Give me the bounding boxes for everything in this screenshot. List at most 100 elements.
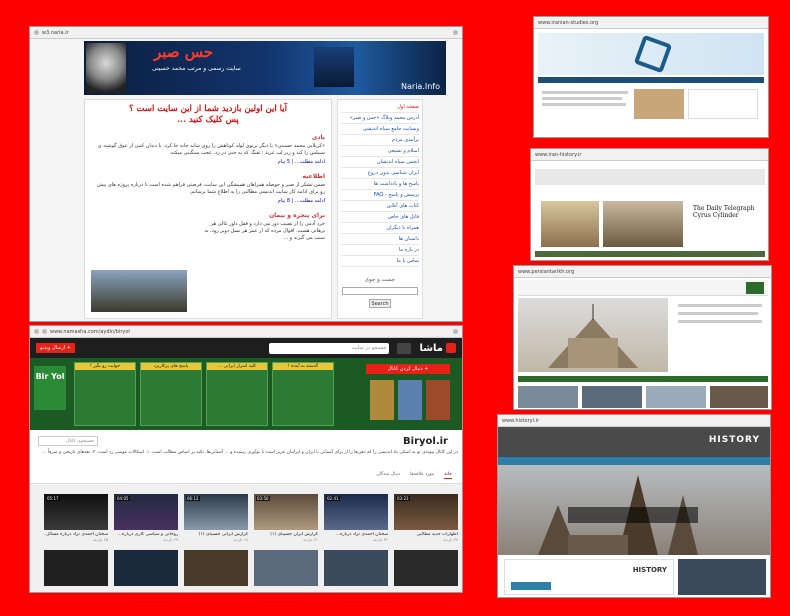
upload-button[interactable]: + ارسال ویدیو [36, 343, 75, 353]
thumbnail-site-3[interactable]: www.persiantarikh.org [513, 265, 772, 410]
sidebar-item[interactable]: صفحه اول [341, 102, 419, 113]
read-more-button[interactable] [511, 582, 551, 590]
sidebar-item[interactable]: داستان ها [341, 234, 419, 245]
cover-panel: پاسخ های پرکاربرد [140, 362, 202, 426]
post2-more-link[interactable]: ادامه مطلب... | 8 پیام [91, 198, 325, 204]
browser-toolbar: www.historyi.ir [498, 415, 770, 427]
address-bar[interactable]: w3.naria.ir [42, 30, 450, 36]
video-card[interactable]: 02:41 سخنان احمدی نژاد درباره... ۳۴ بازدی… [324, 494, 388, 542]
address-bar[interactable]: www.iranian-studies.org [538, 20, 764, 26]
tab-followers[interactable]: دنبال شدگان [377, 472, 401, 479]
cover-panel: گذشته به آینده ! [272, 362, 334, 426]
sidebar-item[interactable]: انجمن سیاه اندیشان [341, 157, 419, 168]
sidebar-item[interactable]: ایران شناسی بدون دروغ [341, 168, 419, 179]
video-card[interactable] [44, 550, 108, 586]
post1-more-link[interactable]: ادامه مطلب... | 5 پیام [91, 159, 325, 165]
news-caption: The Daily Telegraph Cyrus Cylinder [693, 205, 755, 219]
sidebar [688, 89, 758, 119]
nav-bar [538, 77, 764, 83]
sidebar-item[interactable]: همراه با دیگران [341, 223, 419, 234]
cover-panel: کلید اسرار ایرانی ... [206, 362, 268, 426]
video-card[interactable] [184, 550, 248, 586]
video-card[interactable]: 04:05 روحانی و سیاسی کاری درباره... ۲۹ با… [114, 494, 178, 542]
cover-tile [398, 380, 422, 420]
site-logo[interactable]: ماشا [419, 343, 456, 354]
video-card[interactable]: 06:12 گزارش ایرانی جسیبای (۱) ۱۸ بازدید [184, 494, 248, 542]
thumbnail-site-2[interactable]: www.iran-history.ir The Daily Telegraph … [530, 148, 769, 261]
subscribe-button[interactable]: + دنبال کردن کانال [366, 364, 450, 374]
video-card[interactable]: 03:50 گزارش ایران جسیبای (۱) ۲۱ بازدید [254, 494, 318, 542]
nav-bar [498, 457, 770, 465]
author-photo [86, 43, 126, 93]
namasha-window: www.namasha.com/aydin/biryol ماشا جستجو … [29, 325, 463, 593]
site-header: HISTORY [498, 427, 770, 457]
address-bar[interactable]: www.historyi.ir [502, 418, 766, 424]
search-icon[interactable] [397, 342, 412, 354]
sidebar-item[interactable]: اسلام و تشیعی [341, 146, 419, 157]
channel-cover: Bir Yol جوابت رو بگیر ! پاسخ های پرکاربر… [30, 358, 462, 430]
sidebar-item[interactable]: کتاب های آنلاین [341, 201, 419, 212]
content-box: HISTORY [504, 559, 674, 595]
tab-home[interactable]: خانه [444, 472, 452, 479]
address-bar[interactable]: www.persiantarikh.org [518, 269, 767, 275]
channel-logo: Bir Yol [34, 366, 66, 410]
sidebar-item[interactable]: پرسش و پاسخ - FAQ [341, 190, 419, 201]
login-panel [678, 559, 766, 595]
search-input[interactable] [342, 287, 418, 295]
banner-logo: Naria.Info [401, 82, 440, 91]
search-button[interactable]: Search [369, 299, 391, 308]
menu-icon[interactable] [453, 30, 458, 35]
search-input[interactable]: جستجو در سایت [269, 342, 390, 354]
address-bar[interactable]: www.namasha.com/aydin/biryol [50, 329, 450, 335]
thumbnail-site-1[interactable]: www.iranian-studies.org [533, 16, 769, 138]
video-card[interactable] [324, 550, 388, 586]
footer-bar [535, 251, 765, 257]
menu-icon[interactable] [453, 329, 458, 334]
main-content: آیا این اولین بازدید شما از این سایت است… [84, 99, 332, 319]
browser-toolbar: w3.naria.ir [30, 27, 462, 39]
welcome-question[interactable]: آیا این اولین بازدید شما از این سایت است… [91, 104, 325, 115]
back-icon[interactable] [34, 30, 39, 35]
sidebar-item[interactable]: آدرس محمد وبلاگ «حس و صبر» [341, 113, 419, 124]
channel-name: Biryol.ir [403, 436, 448, 447]
post1-title[interactable]: یادی [91, 134, 325, 141]
slide-caption [568, 507, 698, 523]
post3-title[interactable]: برای پنجره و بیمان [91, 212, 325, 219]
welcome-click[interactable]: پس کلیک کنید ... [91, 115, 325, 126]
site-header [518, 280, 768, 296]
tab-favorites[interactable]: مورد علاقه‌ها [410, 472, 434, 479]
sidebar-item[interactable]: فایل های خاص [341, 212, 419, 223]
play-icon [446, 343, 456, 353]
video-card[interactable] [254, 550, 318, 586]
browser-toolbar: www.namasha.com/aydin/biryol [30, 326, 462, 338]
gallery-image [710, 386, 768, 408]
thumbnail-site-4[interactable]: www.historyi.ir HISTORY HISTORY [497, 414, 771, 598]
news-card: The Daily Telegraph Cyrus Cylinder [689, 201, 763, 247]
channel-tabs: خانه مورد علاقه‌ها دنبال شدگان [30, 468, 462, 484]
post2-title[interactable]: اطلاعیه [91, 173, 325, 180]
video-card[interactable] [394, 550, 458, 586]
cover-tile [426, 380, 450, 420]
search-title: جست و جوی [364, 277, 396, 283]
address-bar[interactable]: www.iran-history.ir [535, 152, 764, 158]
site-logo [746, 282, 764, 294]
naria-window: w3.naria.ir حس صبر سایت رسمی و مرتب محمد… [29, 26, 463, 322]
site-header: ماشا جستجو در سایت + ارسال ویدیو [30, 338, 462, 358]
video-card[interactable]: 03:23 اظهارات جدید مطالبی ۳۷ بازدید [394, 494, 458, 542]
back-icon[interactable] [34, 329, 39, 334]
video-card[interactable]: 05:17 سخنان احمدی نژاد درباره مسائل... ۲۵… [44, 494, 108, 542]
banner-subtitle: سایت رسمی و مرتب محمد حسینی [152, 65, 241, 72]
video-card[interactable] [114, 550, 178, 586]
post3-text: خرد آدمی را از نصیب دور می دارد و قفل ذا… [204, 221, 325, 241]
sidebar-item[interactable]: برآمدی مردم [341, 135, 419, 146]
sidebar-item[interactable]: وبسایت جامع سیاه اندیشی [341, 124, 419, 135]
sidebar-item[interactable]: تماس با ما [341, 256, 419, 267]
post3-image [91, 270, 187, 312]
sidebar-item[interactable]: در باره ما [341, 245, 419, 256]
forward-icon[interactable] [42, 329, 47, 334]
browser-toolbar: www.iran-history.ir [531, 149, 768, 161]
hero-image [518, 298, 668, 372]
channel-search-input[interactable]: جستجوی کانال [38, 436, 98, 446]
sidebar-item[interactable]: پاسخ ها و یادداشت ها [341, 179, 419, 190]
gallery-image [646, 386, 706, 408]
